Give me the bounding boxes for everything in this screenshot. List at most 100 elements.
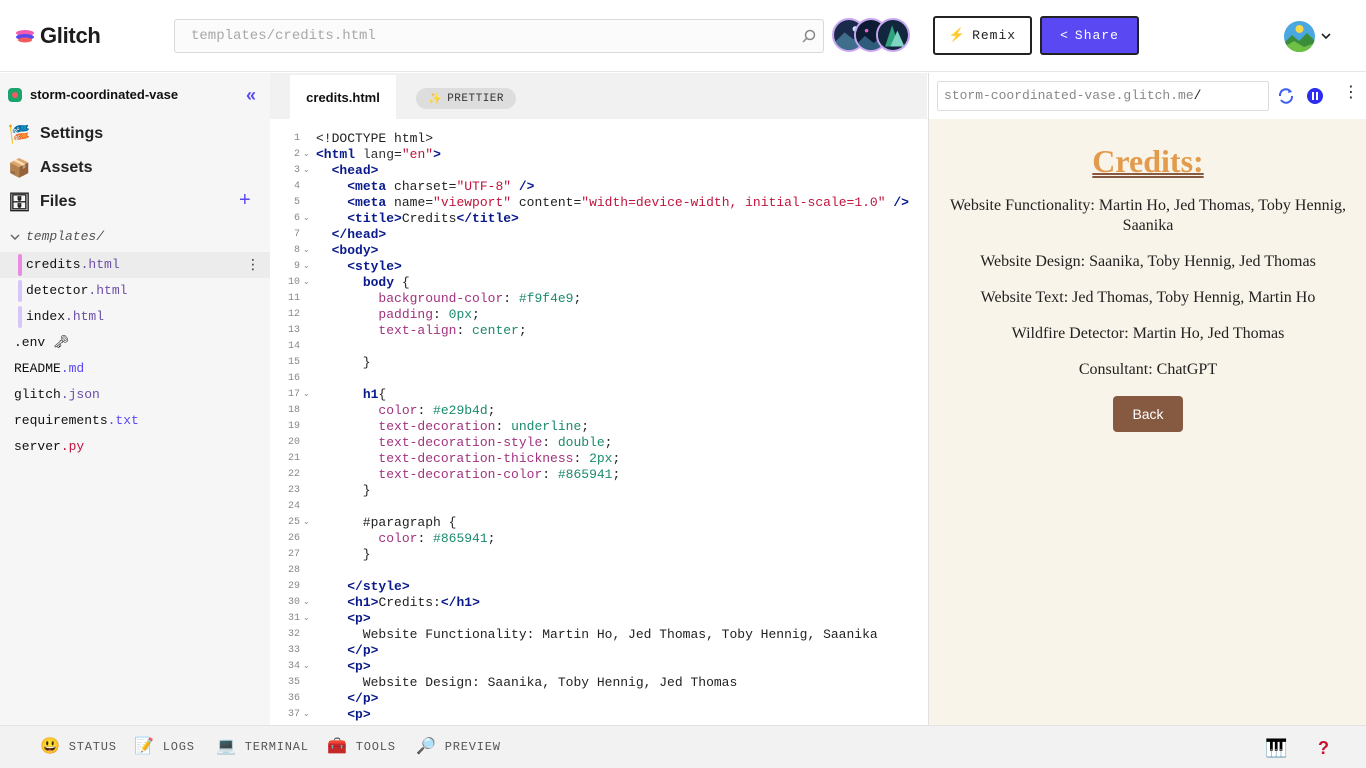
file-item-server[interactable]: server .py <box>14 439 84 454</box>
code-line[interactable]: 18 color: #e29b4d; <box>270 403 927 419</box>
code-text: <meta charset="UTF-8" /> <box>347 179 535 194</box>
sidebar-item-settings[interactable]: 🎏 Settings <box>8 123 103 145</box>
file-item-detector[interactable]: detector .html <box>26 283 127 298</box>
code-text: </style> <box>347 579 410 594</box>
file-item-credits[interactable]: credits .html <box>26 257 120 272</box>
project-name[interactable]: storm-coordinated-vase <box>8 87 178 102</box>
refresh-icon[interactable] <box>1277 87 1295 105</box>
code-line[interactable]: 27 } <box>270 547 927 563</box>
fold-chevron-icon[interactable]: ⌄ <box>303 595 310 611</box>
code-line[interactable]: 21 text-decoration-thickness: 2px; <box>270 451 927 467</box>
code-text: <html lang="en"> <box>316 147 441 162</box>
back-button[interactable]: Back <box>1113 396 1183 432</box>
fold-chevron-icon[interactable]: ⌄ <box>303 515 310 531</box>
code-line[interactable]: 24 <box>270 499 927 515</box>
code-line[interactable]: 36 </p> <box>270 691 927 707</box>
file-item-index[interactable]: index .html <box>26 309 104 324</box>
fold-chevron-icon[interactable]: ⌄ <box>303 243 310 259</box>
folder-templates[interactable]: templates/ <box>10 229 104 244</box>
file-item-requirements[interactable]: requirements .txt <box>14 413 139 428</box>
code-line[interactable]: 15 } <box>270 355 927 371</box>
preview-button[interactable]: 🔎 PREVIEW <box>416 738 501 756</box>
fold-chevron-icon[interactable]: ⌄ <box>303 211 310 227</box>
search-input[interactable] <box>191 20 791 52</box>
user-avatar[interactable] <box>1284 20 1315 52</box>
code-line[interactable]: 28 <box>270 563 927 579</box>
code-line[interactable]: 16 <box>270 371 927 387</box>
code-line[interactable]: 2 ⌄ <html lang="en"> <box>270 147 927 163</box>
code-line[interactable]: 11 background-color: #f9f4e9; <box>270 291 927 307</box>
code-line[interactable]: 6 ⌄ <title>Credits</title> <box>270 211 927 227</box>
code-line[interactable]: 8 ⌄ <body> <box>270 243 927 259</box>
code-line[interactable]: 19 text-decoration: underline; <box>270 419 927 435</box>
fold-chevron-icon[interactable]: ⌄ <box>303 259 310 275</box>
code-line[interactable]: 35 Website Design: Saanika, Toby Hennig,… <box>270 675 927 691</box>
preview-paragraph: Website Design: Saanika, Toby Hennig, Je… <box>980 253 1316 270</box>
remix-button[interactable]: ⚡ Remix <box>933 16 1032 55</box>
fold-chevron-icon[interactable]: ⌄ <box>303 659 310 675</box>
add-file-icon[interactable]: + <box>239 190 251 210</box>
file-item-readme[interactable]: README .md <box>14 361 84 376</box>
code-line[interactable]: 9 ⌄ <style> <box>270 259 927 275</box>
glitch-logo[interactable]: Glitch <box>14 22 101 50</box>
code-text: <body> <box>331 243 379 258</box>
code-line[interactable]: 14 <box>270 339 927 355</box>
code-line[interactable]: 26 color: #865941; <box>270 531 927 547</box>
preview-url-input[interactable]: storm-coordinated-vase.glitch.me/ <box>937 81 1269 111</box>
code-line[interactable]: 3 ⌄ <head> <box>270 163 927 179</box>
file-search[interactable] <box>174 19 824 53</box>
pause-icon[interactable] <box>1306 87 1324 105</box>
terminal-button[interactable]: 💻 TERMINAL <box>216 738 309 756</box>
code-line[interactable]: 12 padding: 0px; <box>270 307 927 323</box>
code-line[interactable]: 7 </head> <box>270 227 927 243</box>
tools-button[interactable]: 🧰 TOOLS <box>327 738 396 756</box>
prettier-button[interactable]: ✨ PRETTIER <box>416 88 516 109</box>
file-options-icon[interactable]: ⋮ <box>246 257 260 271</box>
code-line[interactable]: 20 text-decoration-style: double; <box>270 435 927 451</box>
code-editor[interactable]: credits.html ✨ PRETTIER 1 <!DOCTYPE html>… <box>270 73 927 725</box>
code-line[interactable]: 1 <!DOCTYPE html> <box>270 131 927 147</box>
code-line[interactable]: 22 text-decoration-color: #865941; <box>270 467 927 483</box>
file-indent-bar <box>18 280 22 302</box>
chevron-down-icon[interactable] <box>1321 33 1331 39</box>
preview-options-icon[interactable]: ⋮ <box>1343 85 1359 101</box>
logs-button[interactable]: 📝 LOGS <box>134 738 195 756</box>
collapse-sidebar-icon[interactable]: « <box>246 85 256 106</box>
code-line[interactable]: 37 ⌄ <p> <box>270 707 927 723</box>
user-menu[interactable] <box>1284 20 1334 52</box>
collaborator-avatars[interactable] <box>832 18 912 54</box>
fold-chevron-icon[interactable]: ⌄ <box>303 707 310 723</box>
code-line[interactable]: 13 text-align: center; <box>270 323 927 339</box>
code-line[interactable]: 25 ⌄ #paragraph { <box>270 515 927 531</box>
status-button[interactable]: 😃 STATUS <box>40 738 117 756</box>
code-line[interactable]: 17 ⌄ h1{ <box>270 387 927 403</box>
fold-chevron-icon[interactable]: ⌄ <box>303 163 310 179</box>
sidebar-item-files[interactable]: 🗄 Files <box>8 191 76 213</box>
file-item-env[interactable]: .env 🗝 <box>14 335 70 350</box>
fold-chevron-icon[interactable]: ⌄ <box>303 611 310 627</box>
brand-name: Glitch <box>40 23 101 48</box>
code-line[interactable]: 29 </style> <box>270 579 927 595</box>
code-line[interactable]: 5 <meta name="viewport" content="width=d… <box>270 195 927 211</box>
keyboard-icon[interactable]: 🎹 <box>1265 738 1287 759</box>
code-line[interactable]: 23 } <box>270 483 927 499</box>
fold-chevron-icon[interactable]: ⌄ <box>303 275 310 291</box>
fold-chevron-icon[interactable]: ⌄ <box>303 147 310 163</box>
tab-credits-html[interactable]: credits.html <box>290 75 396 119</box>
code-line[interactable]: 4 <meta charset="UTF-8" /> <box>270 179 927 195</box>
code-line[interactable]: 31 ⌄ <p> <box>270 611 927 627</box>
code-line[interactable]: 32 Website Functionality: Martin Ho, Jed… <box>270 627 927 643</box>
line-number: 10 <box>287 277 300 288</box>
code-line[interactable]: 30 ⌄ <h1>Credits:</h1> <box>270 595 927 611</box>
share-button[interactable]: < Share <box>1040 16 1139 55</box>
fold-chevron-icon[interactable]: ⌄ <box>303 387 310 403</box>
code-line[interactable]: 10 ⌄ body { <box>270 275 927 291</box>
file-indent-bar <box>18 306 22 328</box>
code-line[interactable]: 33 </p> <box>270 643 927 659</box>
help-icon[interactable]: ? <box>1318 738 1329 759</box>
code-line[interactable]: 34 ⌄ <p> <box>270 659 927 675</box>
avatar[interactable] <box>876 18 910 52</box>
file-item-glitch-json[interactable]: glitch .json <box>14 387 100 402</box>
sidebar-item-assets[interactable]: 📦 Assets <box>8 157 92 179</box>
search-icon[interactable] <box>801 28 817 44</box>
